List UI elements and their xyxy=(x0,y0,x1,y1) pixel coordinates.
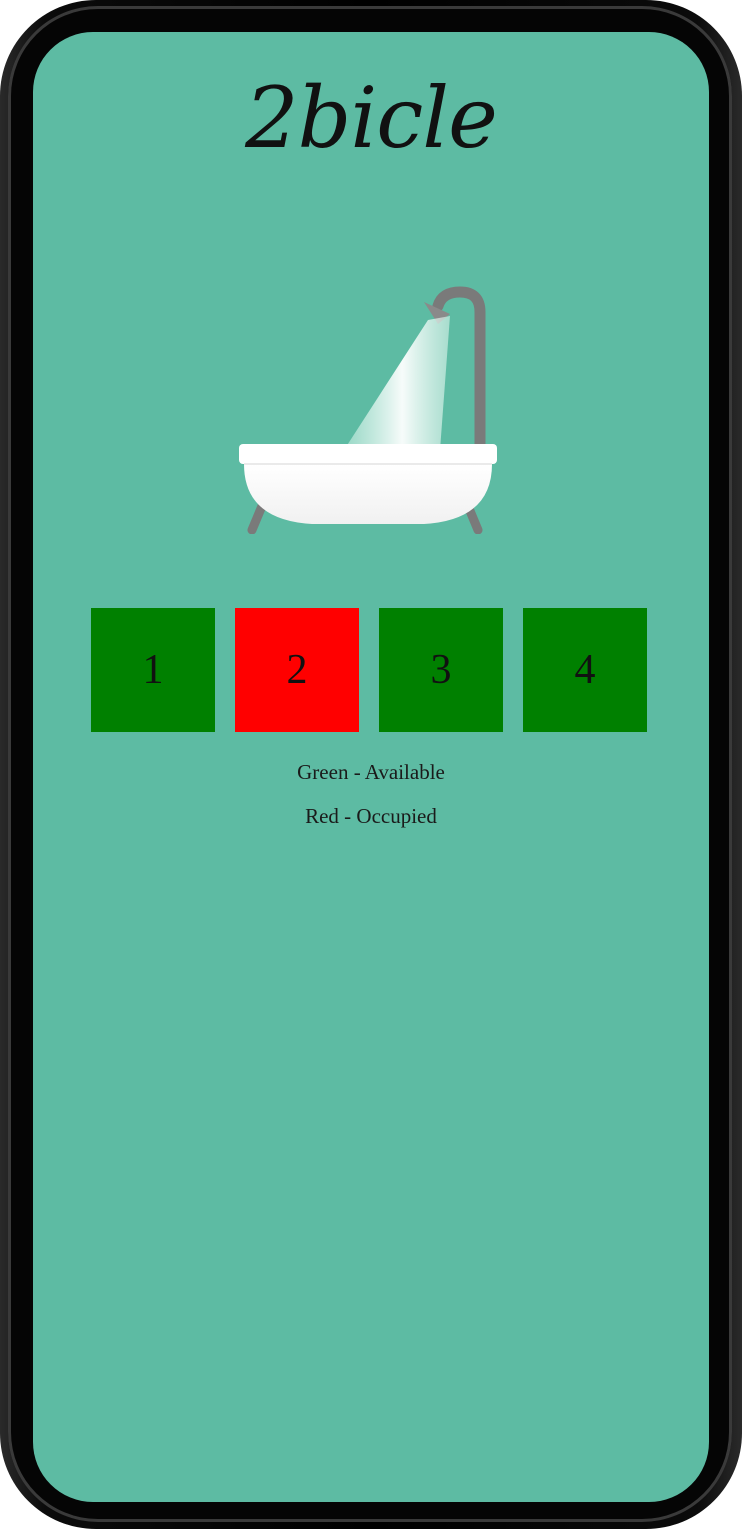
stall-number: 3 xyxy=(430,647,452,693)
stall-4-button[interactable]: 4 xyxy=(523,608,647,732)
stall-2-button[interactable]: 2 xyxy=(235,608,359,732)
bathtub-shower-icon xyxy=(239,286,497,534)
stall-grid: 1 2 3 4 xyxy=(91,608,647,732)
legend-occupied: Red - Occupied xyxy=(305,804,437,828)
app-screen: 2bicle 1 2 3 4 Green - Available Red - O… xyxy=(33,32,709,1502)
stall-number: 1 xyxy=(142,647,164,693)
stall-1-button[interactable]: 1 xyxy=(91,608,215,732)
stall-number: 2 xyxy=(286,647,308,693)
stall-3-button[interactable]: 3 xyxy=(379,608,503,732)
app-title: 2bicle xyxy=(245,69,498,167)
legend-available: Green - Available xyxy=(297,760,445,784)
stall-number: 4 xyxy=(574,647,596,693)
